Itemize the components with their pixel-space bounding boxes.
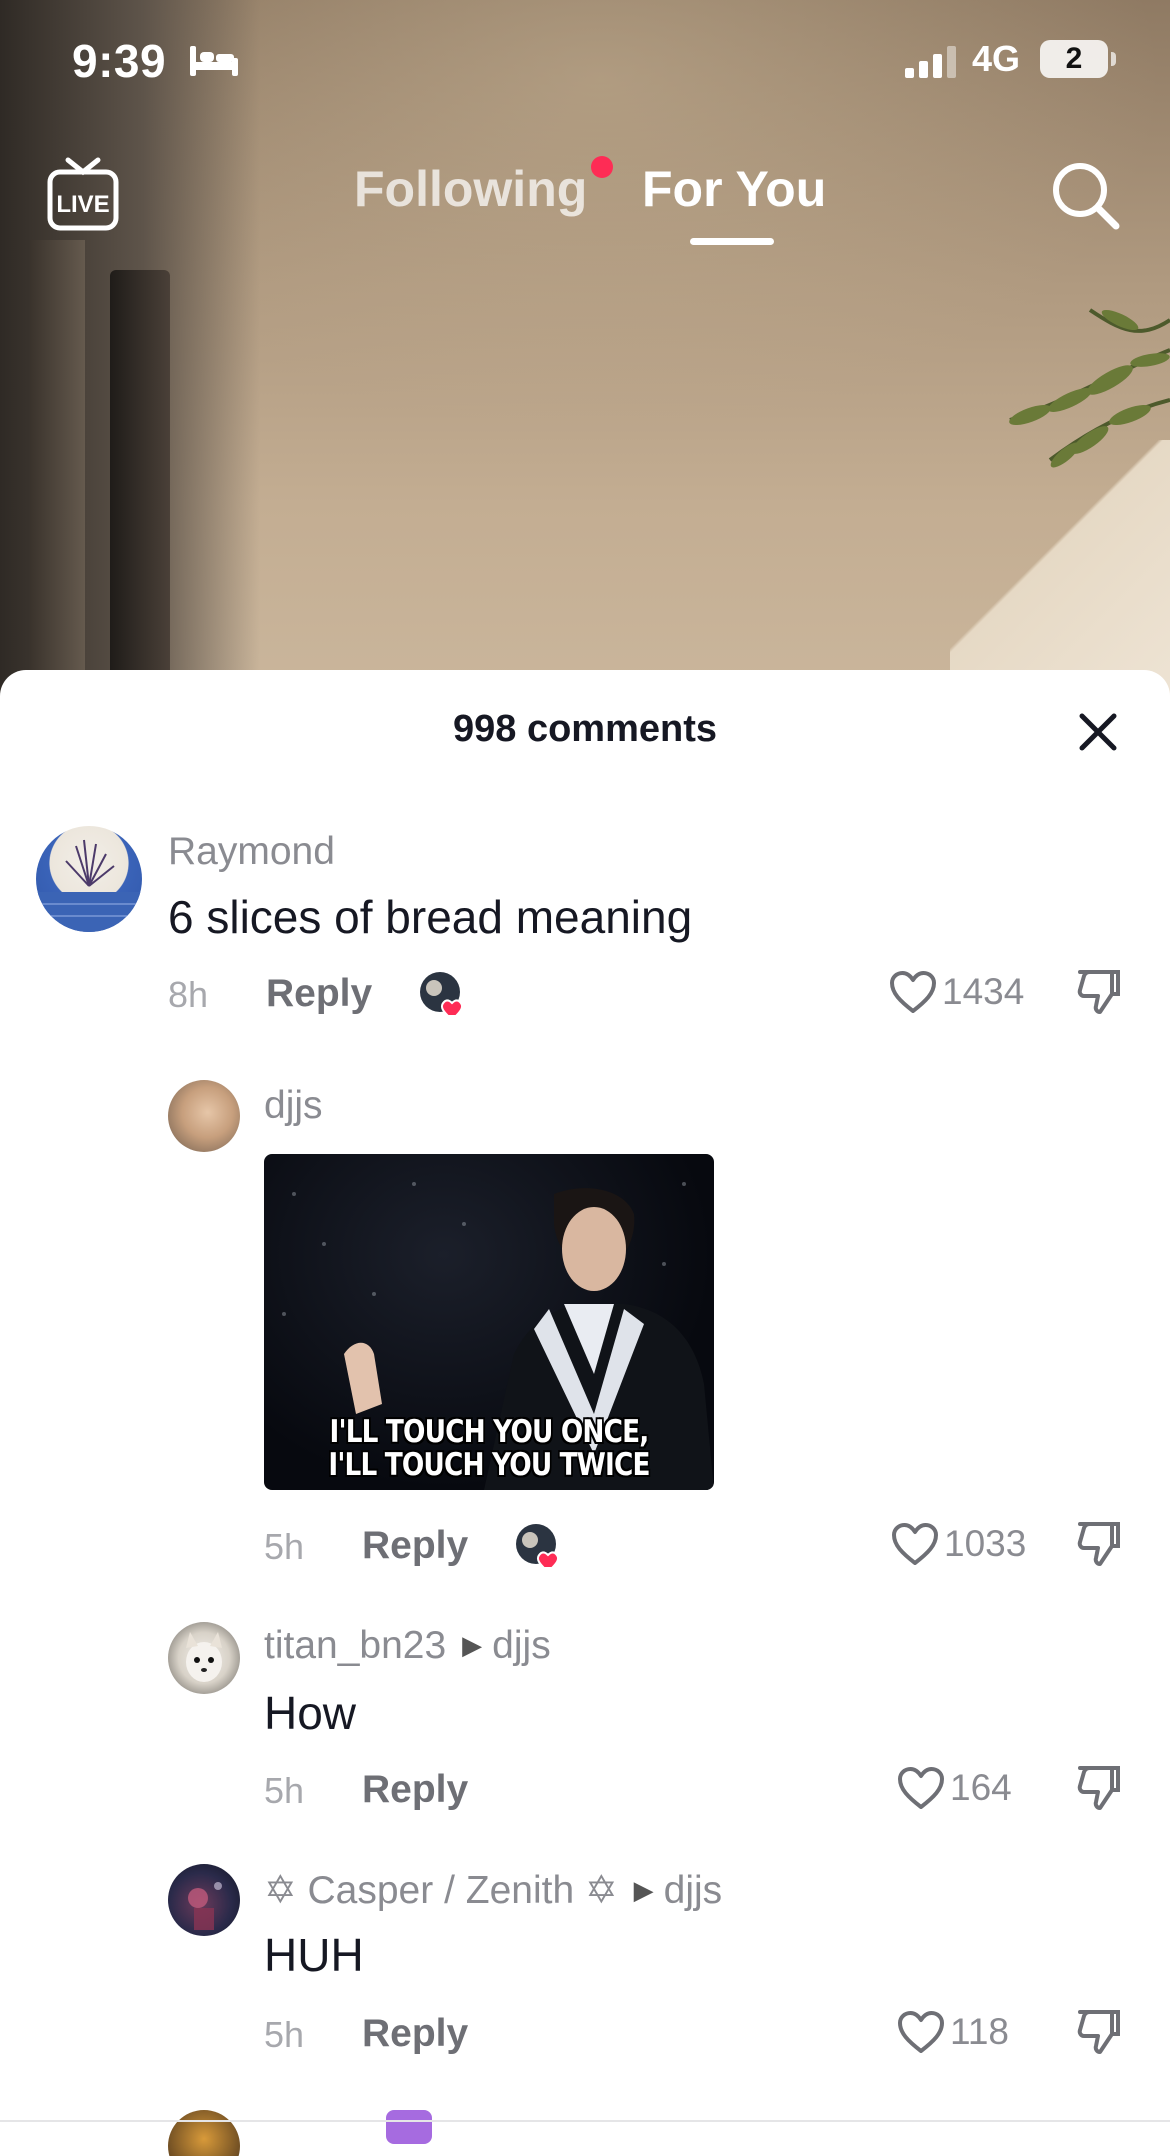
comment-text: How bbox=[264, 1687, 357, 1739]
heart-icon bbox=[898, 2011, 944, 2053]
search-icon[interactable] bbox=[1050, 160, 1122, 232]
avatar[interactable] bbox=[168, 1080, 240, 1152]
like-count: 118 bbox=[950, 2011, 1009, 2052]
comment-username[interactable]: djjs bbox=[264, 1084, 323, 1128]
comment-text: 6 slices of bread meaning bbox=[168, 891, 693, 943]
notification-dot bbox=[591, 156, 614, 178]
comment-count: 998 comments bbox=[452, 708, 717, 750]
comment-time: 5h bbox=[264, 1526, 305, 1567]
avatar[interactable] bbox=[168, 1622, 240, 1694]
comments-header: 998 comments bbox=[0, 670, 1170, 796]
bed-icon bbox=[190, 46, 238, 76]
active-tab-indicator bbox=[690, 238, 774, 245]
like-button[interactable]: 118 bbox=[896, 2006, 1009, 2058]
avatar-image bbox=[188, 1882, 222, 1930]
comment-item: djjs I'LL TOUCH YOU ONCE, I'LL TOUCH YOU… bbox=[0, 1080, 1170, 1580]
bottom-divider bbox=[0, 2120, 1170, 2122]
video-frame-post bbox=[110, 270, 170, 720]
dislike-icon[interactable] bbox=[1072, 1762, 1124, 1814]
comments-sheet: 998 comments Raymond 6 slices of bread m… bbox=[0, 670, 1170, 2156]
like-count: 1033 bbox=[944, 1523, 1027, 1564]
comment-time: 5h bbox=[264, 1770, 305, 1811]
dislike-icon[interactable] bbox=[1072, 2006, 1124, 2058]
username-text: titan_bn23 bbox=[264, 1624, 447, 1667]
tab-following[interactable]: Following bbox=[354, 156, 614, 218]
username-text: ✡ Casper / Zenith ✡ bbox=[264, 1869, 618, 1912]
dislike-icon[interactable] bbox=[1072, 966, 1124, 1018]
comment-item: Raymond 6 slices of bread meaning 8h Rep… bbox=[0, 820, 1170, 1020]
gif-caption: I'LL TOUCH YOU ONCE, I'LL TOUCH YOU TWIC… bbox=[298, 1416, 681, 1482]
reply-button[interactable]: Reply bbox=[362, 2012, 468, 2056]
reply-to-username: djjs bbox=[663, 1869, 723, 1912]
reply-button[interactable]: Reply bbox=[266, 972, 372, 1016]
comment-username[interactable]: Raymond bbox=[168, 830, 335, 874]
comment-text: HUH bbox=[264, 1929, 364, 1981]
tab-for-you[interactable]: For You bbox=[642, 160, 827, 245]
like-button[interactable]: 1434 bbox=[888, 966, 1024, 1018]
comment-time: 8h bbox=[168, 974, 209, 1015]
plant-image bbox=[1009, 308, 1170, 468]
like-count: 1434 bbox=[942, 971, 1025, 1012]
reply-button[interactable]: Reply bbox=[362, 1524, 468, 1568]
battery-indicator: 2 bbox=[1040, 40, 1116, 78]
creator-liked-icon bbox=[516, 1524, 560, 1569]
network-type: 4G bbox=[972, 38, 1021, 79]
comment-item: ✡ Casper / Zenith ✡ ▶ djjs HUH 5h Reply 11… bbox=[0, 1864, 1170, 2064]
close-icon[interactable] bbox=[1074, 708, 1122, 756]
feed-tabs: Following For You bbox=[0, 156, 1170, 250]
comment-username[interactable]: ✡ Casper / Zenith ✡ ▶ djjs bbox=[264, 1868, 722, 1913]
avatar[interactable] bbox=[36, 826, 142, 932]
heart-icon bbox=[890, 971, 936, 1013]
avatar[interactable] bbox=[168, 1864, 240, 1936]
status-bar: 9:39 4G 2 bbox=[0, 0, 1170, 120]
like-button[interactable]: 1033 bbox=[890, 1518, 1026, 1570]
heart-icon bbox=[898, 1767, 944, 1809]
tab-following-label: Following bbox=[354, 161, 588, 217]
badge-icon bbox=[386, 2110, 432, 2144]
avatar-image bbox=[186, 1632, 222, 1682]
reply-to-username: djjs bbox=[492, 1624, 551, 1667]
like-button[interactable]: 164 bbox=[896, 1762, 1012, 1814]
status-time: 9:39 bbox=[72, 35, 167, 87]
comment-item: titan_bn23 ▶ djjs How 5h Reply 164 bbox=[0, 1620, 1170, 1820]
video-frame-post bbox=[30, 240, 85, 720]
dislike-icon[interactable] bbox=[1072, 1518, 1124, 1570]
reply-button[interactable]: Reply bbox=[362, 1768, 468, 1812]
next-comment-peek bbox=[0, 2110, 1170, 2156]
reply-arrow-icon: ▶ bbox=[462, 1630, 483, 1660]
gif-caption-line: I'LL TOUCH YOU TWICE bbox=[328, 1447, 650, 1483]
gif-caption-line: I'LL TOUCH YOU ONCE, bbox=[329, 1414, 650, 1450]
avatar-image bbox=[36, 839, 142, 932]
heart-icon bbox=[892, 1523, 938, 1565]
comment-username[interactable]: titan_bn23 ▶ djjs bbox=[264, 1624, 551, 1668]
signal-icon bbox=[905, 46, 956, 78]
comment-time: 5h bbox=[264, 2014, 305, 2055]
like-count: 164 bbox=[950, 1767, 1012, 1808]
avatar bbox=[168, 2110, 240, 2156]
creator-liked-icon bbox=[420, 972, 464, 1017]
comment-gif[interactable]: I'LL TOUCH YOU ONCE, I'LL TOUCH YOU TWIC… bbox=[264, 1154, 714, 1490]
tab-for-you-label: For You bbox=[642, 161, 827, 217]
reply-arrow-icon: ▶ bbox=[633, 1875, 654, 1905]
